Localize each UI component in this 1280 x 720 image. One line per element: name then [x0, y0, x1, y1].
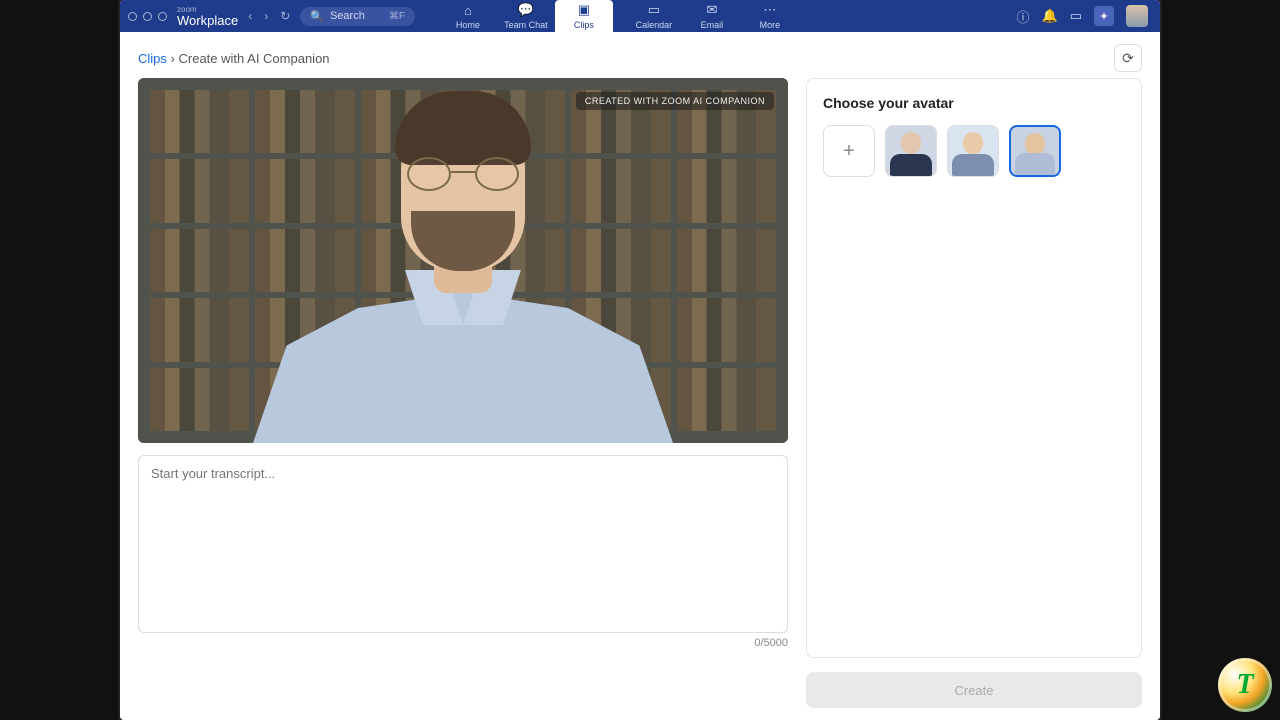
nav-back-icon[interactable]: ‹: [248, 9, 252, 23]
tab-team-chat[interactable]: 💬 Team Chat: [497, 0, 555, 32]
brand-name: Workplace: [177, 14, 238, 27]
tab-label: More: [760, 20, 781, 30]
help-icon[interactable]: ⓘ: [1017, 7, 1030, 26]
ai-badge: CREATED WITH ZOOM AI COMPANION: [576, 92, 774, 110]
tab-label: Home: [456, 20, 480, 30]
tab-icon: ▭: [648, 2, 660, 18]
app-window: zoom Workplace ‹ › ↻ 🔍 Search ⌘F ⌂ Home 💬 T…: [120, 0, 1160, 720]
page-body: Clips › Create with AI Companion ⟳: [120, 32, 1160, 720]
watermark-logo: T: [1218, 658, 1272, 712]
history-icon[interactable]: ↻: [280, 9, 290, 23]
right-column: Choose your avatar + Create: [806, 78, 1142, 708]
transcript-input[interactable]: [138, 455, 788, 633]
tab-clips[interactable]: ▣ Clips: [555, 0, 613, 32]
breadcrumb-root[interactable]: Clips: [138, 51, 167, 66]
avatar-preview: CREATED WITH ZOOM AI COMPANION: [138, 78, 788, 443]
tab-icon: 💬: [518, 2, 534, 18]
char-counter: 0/5000: [138, 637, 788, 649]
bell-icon[interactable]: 🔔: [1042, 8, 1058, 24]
avatar-panel: Choose your avatar +: [806, 78, 1142, 658]
search-shortcut: ⌘F: [389, 11, 405, 22]
search-icon: 🔍: [310, 10, 324, 23]
tab-icon: ✉: [706, 2, 717, 18]
topbar-right-icons: ⓘ 🔔 ▭ ✦: [1017, 5, 1153, 27]
tab-label: Email: [701, 20, 724, 30]
top-nav: zoom Workplace ‹ › ↻ 🔍 Search ⌘F ⌂ Home 💬 T…: [120, 0, 1160, 32]
profile-avatar[interactable]: [1126, 5, 1148, 27]
tab-email[interactable]: ✉ Email: [683, 0, 741, 32]
tab-home[interactable]: ⌂ Home: [439, 0, 497, 32]
left-column: CREATED WITH ZOOM AI COMPANION 0/5000: [138, 78, 788, 708]
tab-icon: ⋯: [763, 2, 776, 18]
search-input[interactable]: 🔍 Search ⌘F: [300, 7, 415, 26]
tab-calendar[interactable]: ▭ Calendar: [625, 0, 683, 32]
tab-label: Clips: [574, 20, 594, 30]
avatar-option[interactable]: [947, 125, 999, 177]
avatar-panel-title: Choose your avatar: [823, 95, 1125, 111]
content: CREATED WITH ZOOM AI COMPANION 0/5000 Ch…: [120, 78, 1160, 720]
ai-companion-icon[interactable]: ✦: [1094, 6, 1114, 26]
breadcrumb-sep: ›: [171, 51, 175, 66]
breadcrumb-row: Clips › Create with AI Companion ⟳: [120, 32, 1160, 78]
nav-tabs: ⌂ Home 💬 Team Chat ▣ Clips ▭ Calendar ✉ Email ⋯ Mor…: [439, 0, 803, 32]
tab-icon: ⌂: [464, 3, 472, 18]
breadcrumb-current: Create with AI Companion: [179, 51, 330, 66]
avatar-list: +: [823, 125, 1125, 177]
window-controls[interactable]: [128, 12, 167, 21]
nav-forward-icon[interactable]: ›: [264, 9, 268, 23]
search-placeholder: Search: [330, 10, 365, 22]
add-avatar-button[interactable]: +: [823, 125, 875, 177]
refresh-button[interactable]: ⟳: [1114, 44, 1142, 72]
avatar-option[interactable]: [1009, 125, 1061, 177]
tab-label: Team Chat: [504, 20, 548, 30]
create-button[interactable]: Create: [806, 672, 1142, 708]
preview-person: [253, 103, 673, 443]
tab-more[interactable]: ⋯ More: [741, 0, 799, 32]
screen-icon[interactable]: ▭: [1070, 8, 1082, 24]
avatar-option[interactable]: [885, 125, 937, 177]
brand: zoom Workplace: [177, 6, 238, 27]
nav-arrows: ‹ › ↻: [248, 9, 290, 23]
breadcrumb: Clips › Create with AI Companion: [138, 51, 330, 66]
tab-icon: ▣: [578, 2, 590, 18]
tab-label: Calendar: [636, 20, 673, 30]
